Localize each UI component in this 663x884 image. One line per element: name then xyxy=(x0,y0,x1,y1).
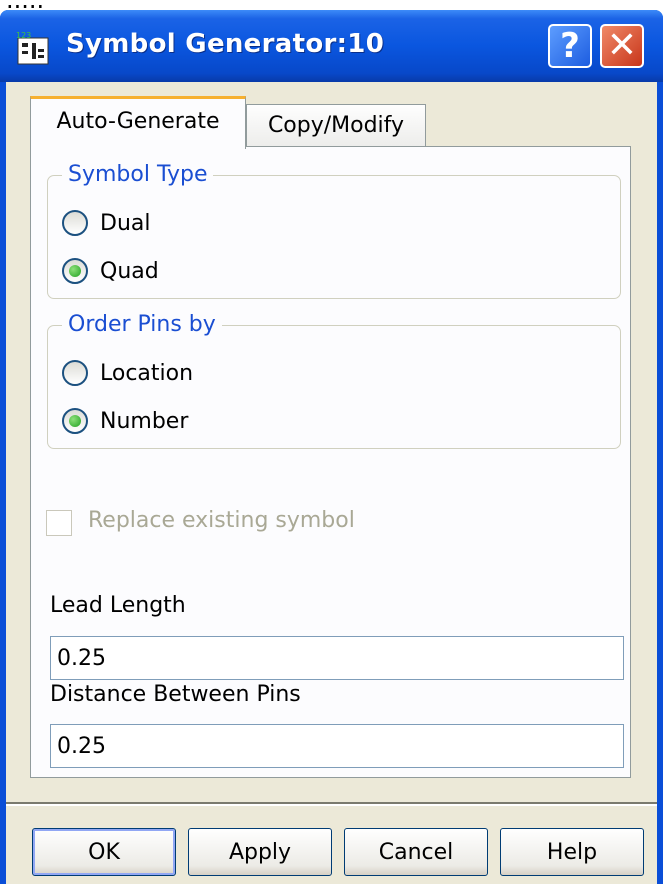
replace-existing-label: Replace existing symbol xyxy=(88,508,355,533)
radio-selected-dot xyxy=(69,415,81,427)
radio-location-label: Location xyxy=(100,360,194,386)
order-pins-group: Order Pins by Location Number xyxy=(47,312,621,449)
help-title-button[interactable]: ? xyxy=(548,24,592,68)
radio-quad[interactable]: Quad xyxy=(62,258,159,284)
tab-auto-generate[interactable]: Auto-Generate xyxy=(30,96,246,149)
radio-number-label: Number xyxy=(100,408,189,434)
dialog-body: Copy/Modify Auto-Generate Symbol Type Du… xyxy=(6,82,657,884)
radio-circle xyxy=(62,408,88,434)
symbol-generator-icon: 123 xyxy=(16,31,49,65)
radio-number[interactable]: Number xyxy=(62,408,188,434)
svg-text:123: 123 xyxy=(16,31,31,40)
radio-circle xyxy=(62,210,88,236)
help-button[interactable]: Help xyxy=(500,828,644,876)
distance-between-pins-input[interactable] xyxy=(50,724,624,768)
replace-existing-checkbox[interactable] xyxy=(46,510,72,536)
radio-location[interactable]: Location xyxy=(62,360,193,386)
radio-circle xyxy=(62,258,88,284)
tab-copy-modify[interactable]: Copy/Modify xyxy=(246,104,426,148)
window-title: Symbol Generator:10 xyxy=(66,29,385,59)
distance-between-pins-label: Distance Between Pins xyxy=(50,682,301,707)
title-bar[interactable]: 123 Symbol Generator:10 ? ✕ xyxy=(0,10,663,82)
dialog-window: 123 Symbol Generator:10 ? ✕ Copy/Modify … xyxy=(0,10,663,884)
ok-button[interactable]: OK xyxy=(32,828,176,876)
close-button[interactable]: ✕ xyxy=(600,24,644,68)
question-mark-icon: ? xyxy=(560,26,580,66)
cancel-button[interactable]: Cancel xyxy=(344,828,488,876)
lead-length-label: Lead Length xyxy=(50,593,186,618)
symbol-type-label: Symbol Type xyxy=(62,162,214,187)
radio-dual-label: Dual xyxy=(100,210,151,236)
lead-length-input[interactable] xyxy=(50,636,624,680)
radio-quad-label: Quad xyxy=(100,258,159,284)
radio-selected-dot xyxy=(69,265,81,277)
order-pins-label: Order Pins by xyxy=(62,312,222,337)
close-x-icon: ✕ xyxy=(606,25,638,66)
separator-highlight xyxy=(6,804,657,806)
radio-circle xyxy=(62,360,88,386)
apply-button[interactable]: Apply xyxy=(188,828,332,876)
radio-dual[interactable]: Dual xyxy=(62,210,150,236)
symbol-type-group: Symbol Type Dual Quad xyxy=(47,162,621,299)
